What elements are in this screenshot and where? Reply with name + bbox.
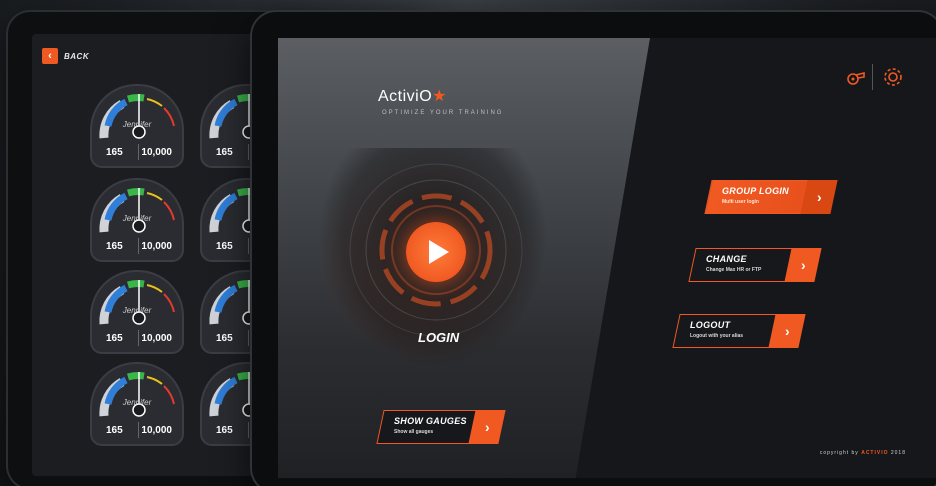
gauge-separator	[138, 238, 139, 254]
header-divider	[872, 64, 873, 90]
logout-button[interactable]: › LOGOUT Logout with your alias	[672, 314, 806, 348]
play-login-button[interactable]	[406, 222, 466, 282]
login-screen: ActiviO★ OPTIMIZE YOUR TRAINING LOGIN › …	[278, 38, 936, 478]
gauge-name: Jennifer	[122, 398, 152, 407]
gauge-left-value: 165	[106, 425, 123, 436]
copyright-prefix: copyright by	[819, 450, 859, 456]
gauge-left-value: 165	[216, 241, 233, 252]
gauge-name: Jennifer	[122, 214, 152, 223]
whistle-icon[interactable]	[844, 66, 866, 88]
logo-text: ActiviO	[378, 88, 433, 105]
change-button[interactable]: › CHANGE Change Max HR or FTP	[688, 248, 822, 282]
gauge-left-value: 165	[106, 333, 123, 344]
gauge-left-value: 165	[106, 241, 123, 252]
change-subtitle: Change Max HR or FTP	[706, 267, 762, 273]
group-login-button[interactable]: › GROUP LOGIN Multi user login	[704, 180, 838, 214]
gauge-name: Jennifer	[122, 120, 152, 129]
gauge-separator	[138, 422, 139, 438]
activio-logo: ActiviO★	[378, 86, 447, 106]
chevron-right-icon: ›	[768, 314, 806, 348]
gauge-arc	[99, 280, 175, 325]
chevron-right-icon: ›	[468, 410, 506, 444]
show-gauges-subtitle: Show all gauges	[394, 429, 434, 435]
gauge-arc	[99, 372, 175, 417]
gauge-separator	[138, 144, 139, 160]
change-title: CHANGE	[706, 254, 747, 264]
back-button[interactable]: ‹ BACK	[42, 48, 89, 64]
gauge-separator	[248, 144, 249, 160]
gauge-card[interactable]: Jennifer 165 10,000	[90, 362, 184, 446]
gauge-name: Jennifer	[122, 306, 152, 315]
chevron-right-icon: ›	[800, 180, 838, 214]
gauge-left-value: 165	[216, 333, 233, 344]
copyright-year: 2018	[890, 450, 906, 456]
group-login-subtitle: Multi user login	[722, 199, 759, 205]
front-tablet: ActiviO★ OPTIMIZE YOUR TRAINING LOGIN › …	[252, 12, 936, 486]
gauge-left-value: 165	[106, 147, 123, 158]
gauge-right-value: 10,000	[141, 425, 172, 436]
gauge-card[interactable]: Jennifer 165 10,000	[90, 270, 184, 354]
tagline: OPTIMIZE YOUR TRAINING	[382, 110, 504, 116]
gauge-card[interactable]: Jennifer 165 10,000	[90, 84, 184, 168]
gauge-right-value: 10,000	[141, 241, 172, 252]
logout-title: LOGOUT	[690, 320, 731, 330]
gauge-arc	[99, 94, 175, 139]
show-gauges-title: SHOW GAUGES	[394, 416, 467, 426]
chevron-left-icon: ‹	[42, 48, 58, 64]
gauge-separator	[138, 330, 139, 346]
copyright-brand: ACTIVIO	[861, 450, 889, 456]
logo-star-icon: ★	[432, 88, 448, 105]
show-gauges-button[interactable]: › SHOW GAUGES Show all gauges	[376, 410, 506, 444]
gauge-separator	[248, 238, 249, 254]
scene: ‹ BACK Jennifer 165 10,000 Jennifer 165 10,00…	[0, 0, 936, 486]
chevron-right-icon: ›	[784, 248, 822, 282]
login-label: LOGIN	[418, 330, 460, 345]
gauge-right-value: 10,000	[141, 333, 172, 344]
gauge-card[interactable]: Jennifer 165 10,000	[90, 178, 184, 262]
gauge-arc	[99, 188, 175, 233]
gauge-right-value: 10,000	[141, 147, 172, 158]
copyright: copyright by ACTIVIO 2018	[820, 450, 906, 456]
gauge-left-value: 165	[216, 147, 233, 158]
back-label: BACK	[64, 51, 90, 61]
gauge-separator	[248, 330, 249, 346]
play-icon	[428, 240, 449, 264]
gauge-separator	[248, 422, 249, 438]
group-login-title: GROUP LOGIN	[722, 186, 789, 196]
gauge-left-value: 165	[216, 425, 233, 436]
logout-subtitle: Logout with your alias	[690, 333, 744, 339]
gear-icon[interactable]	[882, 66, 904, 88]
